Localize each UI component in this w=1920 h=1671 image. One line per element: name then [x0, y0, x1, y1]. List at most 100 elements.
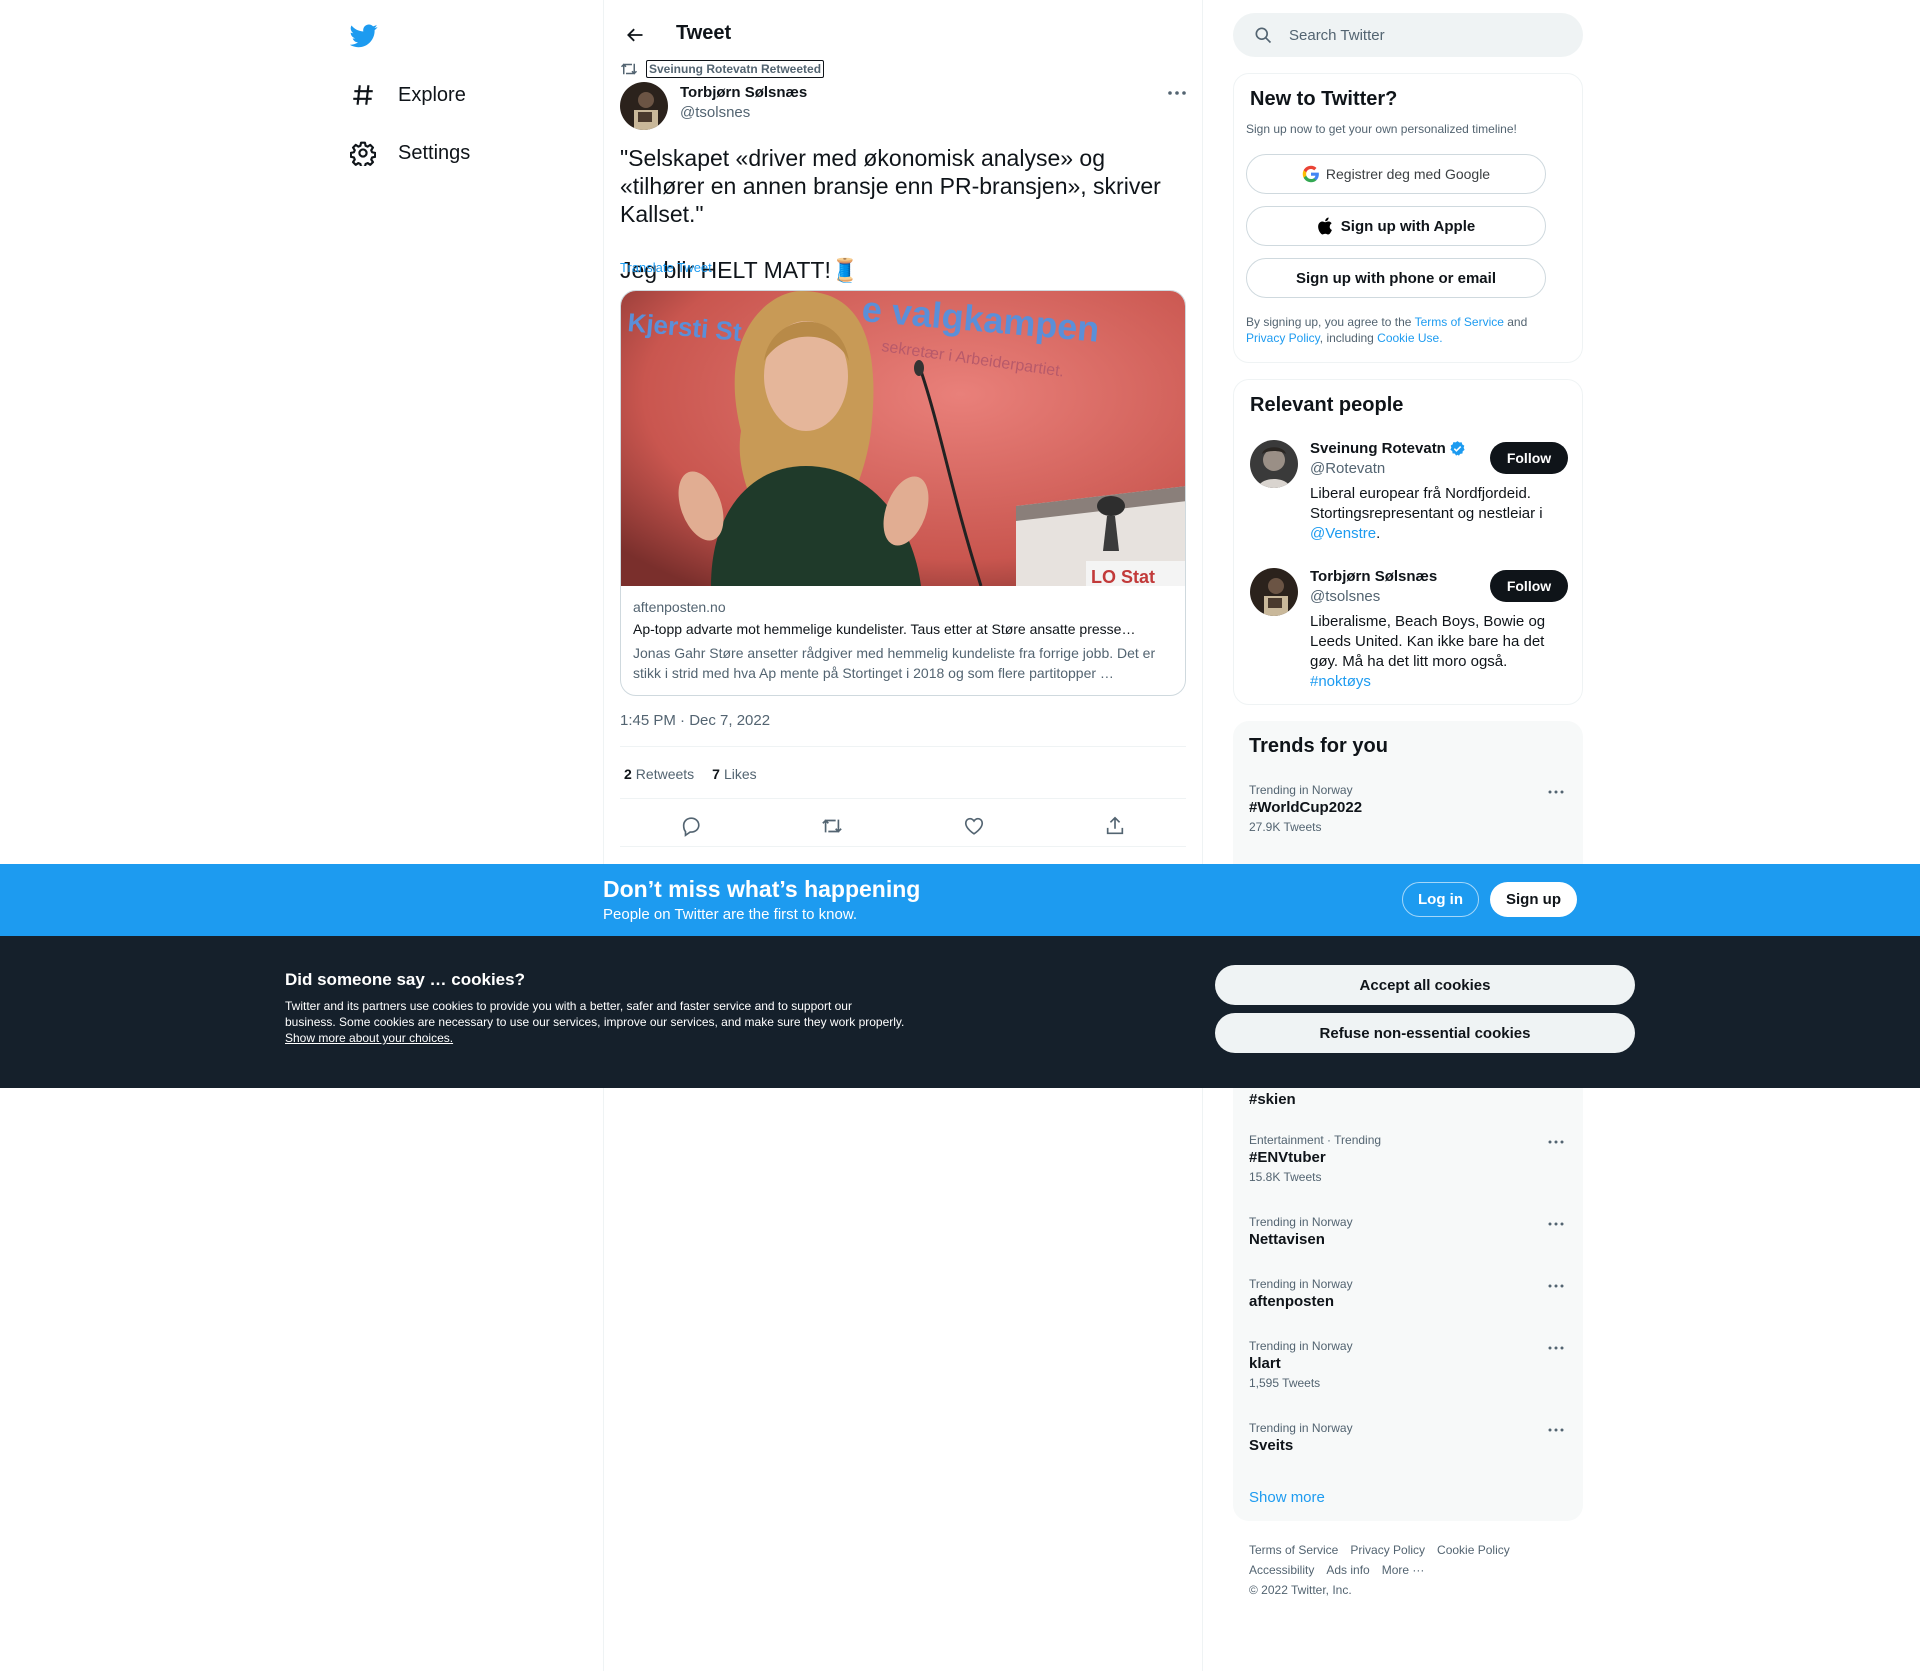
login-button[interactable]: Log in — [1402, 882, 1479, 917]
likes-stat[interactable]: 7 Likes — [712, 766, 756, 782]
person-avatar[interactable] — [1250, 568, 1298, 616]
author-avatar[interactable] — [620, 82, 668, 130]
trend-meta: Entertainment · Trending — [1249, 1133, 1382, 1147]
google-logo-icon — [1302, 165, 1320, 183]
reply-icon[interactable] — [677, 812, 705, 840]
trend-item[interactable]: Trending in Norway aftenposten — [1249, 1277, 1567, 1310]
footer-link[interactable]: Accessibility — [1249, 1563, 1314, 1577]
cookie-use-link[interactable]: Cookie Use. — [1377, 331, 1442, 345]
cookie-title: Did someone say … cookies? — [285, 970, 525, 989]
signup-apple-button[interactable]: Sign up with Apple — [1246, 206, 1546, 246]
tweet-timestamp[interactable]: 1:45 PM · Dec 7, 2022 — [620, 712, 770, 729]
signup-terms: By signing up, you agree to the Terms of… — [1246, 314, 1566, 346]
search-input[interactable] — [1289, 13, 1569, 57]
retweets-label: Retweets — [635, 766, 695, 782]
trend-name: #WorldCup2022 — [1249, 799, 1363, 816]
footer-link[interactable]: Cookie Policy — [1437, 1543, 1510, 1557]
footer-link[interactable]: Privacy Policy — [1350, 1543, 1425, 1557]
back-arrow-icon[interactable] — [620, 20, 650, 50]
trend-item[interactable]: Trending in Norway Nettavisen — [1249, 1215, 1567, 1248]
translate-tweet-link[interactable]: Translate Tweet — [620, 260, 712, 275]
footer-link[interactable]: Terms of Service — [1249, 1543, 1338, 1557]
trends-title: Trends for you — [1249, 735, 1388, 757]
trend-item[interactable]: #skien — [1249, 1089, 1567, 1108]
person-avatar[interactable] — [1250, 440, 1298, 488]
likes-count: 7 — [712, 766, 720, 782]
trend-item[interactable]: Trending in Norway Sveits — [1249, 1421, 1567, 1454]
trend-more-icon[interactable] — [1545, 1341, 1567, 1355]
bio-mention-link[interactable]: @Venstre — [1310, 525, 1376, 542]
card-description: Jonas Gahr Støre ansetter rådgiver med h… — [633, 645, 1156, 681]
trend-name: Nettavisen — [1249, 1231, 1325, 1248]
trend-item[interactable]: Trending in Norway klart 1,595 Tweets — [1249, 1339, 1567, 1390]
retweet-icon[interactable] — [818, 812, 846, 840]
cookie-text: Twitter and its partners use cookies to … — [285, 998, 905, 1046]
trend-meta: Trending in Norway — [1249, 783, 1353, 797]
trend-count: 1,595 Tweets — [1249, 1376, 1321, 1390]
bio-hashtag-link[interactable]: #noktøys — [1310, 673, 1371, 690]
search-box[interactable] — [1233, 13, 1583, 57]
share-icon[interactable] — [1101, 812, 1129, 840]
trend-item[interactable]: Entertainment · Trending #ENVtuber 15.8K… — [1249, 1133, 1567, 1184]
trend-meta: Trending in Norway — [1249, 1277, 1353, 1291]
person-bio-end: . — [1376, 525, 1381, 542]
trend-name: #skien — [1249, 1091, 1296, 1108]
tweet-stats: 2 Retweets 7 Likes — [624, 766, 757, 782]
trend-count: 15.8K Tweets — [1249, 1170, 1322, 1184]
trend-more-icon[interactable] — [1545, 1135, 1567, 1149]
signup-google-button[interactable]: Registrer deg med Google — [1246, 154, 1546, 194]
signup-banner: Don’t miss what’s happening People on Tw… — [0, 864, 1920, 936]
gear-icon — [350, 140, 376, 166]
terms-prefix: By signing up, you agree to the — [1246, 315, 1415, 329]
retweet-context: Sveinung Rotevatn Retweeted — [620, 60, 825, 78]
terms-including: , including — [1319, 331, 1378, 345]
cookie-consent-bar: Did someone say … cookies? Twitter and i… — [0, 936, 1920, 1088]
like-heart-icon[interactable] — [960, 812, 988, 840]
accept-cookies-button[interactable]: Accept all cookies — [1215, 965, 1635, 1005]
more-options-icon[interactable] — [1164, 82, 1190, 104]
card-image-text-4: LO Stat — [1091, 567, 1155, 586]
retweeted-by-link[interactable]: Sveinung Rotevatn Retweeted — [646, 60, 825, 78]
person-handle: @Rotevatn — [1310, 460, 1386, 477]
trend-more-icon[interactable] — [1545, 785, 1567, 799]
follow-button[interactable]: Follow — [1490, 570, 1568, 602]
card-image: Kjersti St e valgkampen sekretær i Arbei… — [621, 291, 1185, 586]
refuse-cookies-button[interactable]: Refuse non-essential cookies — [1215, 1013, 1635, 1053]
banner-title: Don’t miss what’s happening — [603, 876, 921, 902]
trend-name: #ENVtuber — [1249, 1149, 1326, 1166]
show-more-link[interactable]: Show more — [1249, 1489, 1325, 1506]
signup-phone-email-label: Sign up with phone or email — [1295, 269, 1496, 287]
follow-button[interactable]: Follow — [1490, 442, 1568, 474]
trend-item[interactable]: Trending in Norway #WorldCup2022 27.9K T… — [1249, 783, 1567, 834]
person-name[interactable]: Torbjørn Sølsnæs — [1310, 568, 1437, 585]
signup-button[interactable]: Sign up — [1490, 882, 1577, 917]
trend-more-icon[interactable] — [1545, 1217, 1567, 1231]
signup-google-label: Registrer deg med Google — [1325, 166, 1491, 182]
nav-explore[interactable]: Explore — [350, 70, 466, 120]
person-bio: Liberal europear frå Nordfjordeid. Stort… — [1310, 484, 1554, 544]
privacy-policy-link[interactable]: Privacy Policy — [1246, 331, 1320, 345]
person-bio-text: Liberalisme, Beach Boys, Bowie og Leeds … — [1310, 613, 1546, 670]
author-name[interactable]: Torbjørn Sølsnæs — [680, 84, 807, 101]
trend-meta: Trending in Norway — [1249, 1339, 1353, 1353]
link-card[interactable]: Kjersti St e valgkampen sekretær i Arbei… — [620, 290, 1186, 696]
terms-of-service-link[interactable]: Terms of Service — [1415, 315, 1504, 329]
footer-more-link[interactable]: More ··· — [1382, 1563, 1425, 1577]
divider — [620, 846, 1186, 847]
retweets-stat[interactable]: 2 Retweets — [624, 766, 694, 782]
nav-settings-label: Settings — [398, 141, 471, 164]
trend-more-icon[interactable] — [1545, 1279, 1567, 1293]
tweet-actions — [620, 810, 1186, 842]
retweet-small-icon — [620, 61, 638, 77]
signup-phone-email-button[interactable]: Sign up with phone or email — [1246, 258, 1546, 298]
nav-settings[interactable]: Settings — [350, 128, 470, 178]
divider — [620, 746, 1186, 747]
footer-link[interactable]: Ads info — [1326, 1563, 1369, 1577]
divider — [620, 798, 1186, 799]
twitter-logo-icon[interactable] — [350, 16, 400, 56]
author-handle[interactable]: @tsolsnes — [680, 104, 750, 121]
person-name[interactable]: Sveinung Rotevatn — [1310, 440, 1466, 457]
trend-more-icon[interactable] — [1545, 1423, 1567, 1437]
banner-subtitle: People on Twitter are the first to know. — [603, 906, 858, 923]
cookie-choices-link[interactable]: Show more about your choices. — [285, 1031, 453, 1045]
